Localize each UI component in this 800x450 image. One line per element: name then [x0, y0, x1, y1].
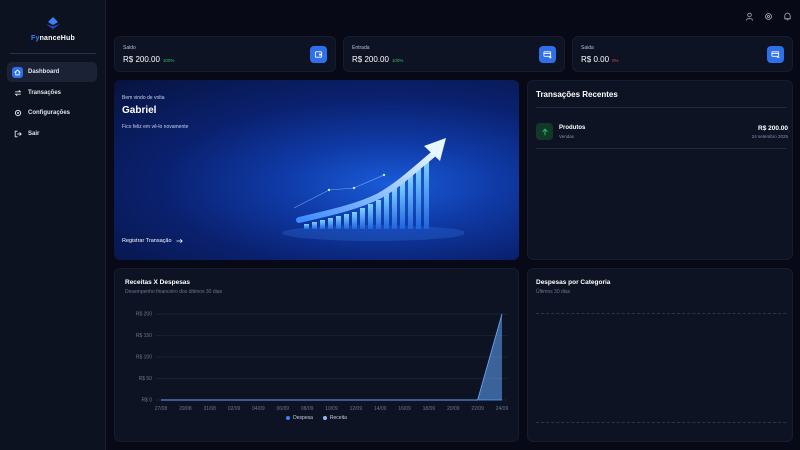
y-tick-label: R$ 150 — [136, 333, 152, 339]
stat-card-saldo: Saldo R$ 200.00 100% — [114, 36, 336, 72]
brand-name: FynanceHub — [30, 35, 76, 42]
stat-card-saida: Saida R$ 0.00 0% — [572, 36, 793, 72]
arrow-right-icon — [175, 238, 183, 244]
x-tick-label: 14/09 — [374, 406, 387, 412]
wallet-button[interactable] — [310, 46, 327, 63]
x-tick-label: 04/09 — [252, 406, 265, 412]
legend-dot-despesa — [286, 416, 291, 420]
x-tick-label: 10/09 — [325, 406, 338, 412]
bell-icon[interactable] — [782, 11, 793, 22]
logo-icon — [46, 17, 60, 29]
transaction-date: 24 setembro 2025 — [751, 134, 788, 139]
y-tick-label: R$ 100 — [136, 355, 152, 361]
y-tick-label: R$ 0 — [141, 398, 152, 404]
chart-legend: Despesa Receita — [115, 415, 518, 421]
stat-label: Saldo — [123, 45, 136, 51]
x-tick-label: 24/09 — [496, 406, 509, 412]
legend-dot-receita — [322, 416, 327, 420]
panel-divider — [536, 107, 786, 108]
transaction-category: Vendas — [559, 134, 575, 139]
x-tick-label: 27/08 — [155, 406, 168, 412]
welcome-banner: Bem vindo de volta Gabriel Fico feliz em… — [114, 80, 519, 260]
legend-label: Despesa — [293, 415, 313, 421]
transaction-name: Produtos — [559, 125, 586, 131]
legend-label: Receita — [329, 415, 347, 421]
gear-icon — [12, 108, 23, 119]
x-tick-label: 18/09 — [423, 406, 436, 412]
sidebar-item-transacoes[interactable]: Transações — [7, 83, 97, 103]
sidebar-divider — [10, 53, 96, 54]
stat-card-entrada: Entrada R$ 200.00 100% — [343, 36, 565, 72]
gear-icon[interactable] — [763, 11, 774, 22]
sidebar: FynanceHub Dashboard Transações Configur… — [0, 0, 106, 450]
chart-subtitle: Últimos 30 dias — [536, 289, 571, 295]
stat-percent: 100% — [162, 58, 175, 63]
revenue-expense-chart-panel: Receitas X Despesas Desempenho financeir… — [114, 268, 519, 442]
stat-percent: 100% — [391, 58, 404, 63]
user-name: Gabriel — [122, 105, 157, 116]
transaction-row[interactable]: Produtos Vendas R$ 200.00 24 setembro 20… — [536, 121, 788, 147]
x-tick-label: 08/09 — [301, 406, 314, 412]
home-icon — [12, 66, 23, 78]
chart-gridline — [536, 313, 786, 314]
sidebar-item-label: Sair — [28, 130, 40, 137]
x-tick-label: 31/08 — [203, 406, 216, 412]
card-income-icon — [543, 51, 552, 59]
row-divider — [536, 148, 786, 149]
x-tick-label: 02/09 — [228, 406, 241, 412]
growth-chart-illustration — [282, 138, 464, 241]
transfer-icon — [12, 87, 23, 98]
x-tick-label: 16/09 — [398, 406, 411, 412]
y-tick-label: R$ 200 — [136, 312, 152, 318]
legend-item-despesa[interactable]: Despesa — [286, 415, 313, 421]
sidebar-item-label: Dashboard — [28, 69, 60, 75]
stat-value: R$ 200.00 100% — [352, 55, 404, 64]
stat-value: R$ 200.00 100% — [123, 55, 175, 64]
x-tick-label: 22/09 — [471, 406, 484, 412]
transaction-amount: R$ 200.00 — [758, 125, 788, 132]
logout-icon — [12, 128, 23, 139]
sidebar-item-label: Transações — [28, 89, 62, 96]
wallet-icon — [314, 51, 323, 58]
header-actions — [744, 11, 793, 22]
x-tick-label: 12/09 — [350, 406, 363, 412]
user-icon[interactable] — [744, 11, 755, 22]
sidebar-item-sair[interactable]: Sair — [7, 124, 97, 144]
chart-gridline — [536, 422, 786, 423]
y-tick-label: R$ 50 — [139, 376, 153, 382]
stat-percent: 0% — [612, 58, 619, 63]
x-tick-label: 20/09 — [447, 406, 460, 412]
card-expense-icon — [771, 51, 780, 58]
panel-title: Transações Recentes — [536, 90, 618, 99]
welcome-greeting: Bem vindo de volta — [122, 95, 165, 101]
logo[interactable]: FynanceHub — [0, 16, 106, 42]
expense-button[interactable] — [767, 46, 784, 63]
stat-value: R$ 0.00 0% — [581, 55, 619, 64]
stat-label: Entrada — [352, 45, 370, 51]
income-button[interactable] — [539, 46, 556, 63]
register-transaction-link[interactable]: Registrar Transação — [122, 238, 183, 244]
recent-transactions-panel: Transações Recentes Produtos Vendas R$ 2… — [527, 80, 793, 260]
arrow-up-icon — [536, 123, 553, 140]
welcome-subtitle: Fico feliz em vê-lo novamente — [122, 124, 189, 130]
sidebar-item-dashboard[interactable]: Dashboard — [7, 62, 97, 82]
chart-title: Despesas por Categoria — [536, 279, 611, 286]
x-tick-label: 06/09 — [277, 406, 290, 412]
x-tick-label: 29/08 — [179, 406, 192, 412]
category-expense-panel: Despesas por Categoria Últimos 30 dias — [527, 268, 793, 442]
sidebar-nav: Dashboard Transações Configurações Sair — [7, 62, 97, 144]
stat-label: Saida — [581, 45, 594, 51]
sidebar-item-label: Configurações — [28, 110, 71, 116]
sidebar-item-configuracoes[interactable]: Configurações — [7, 103, 97, 123]
legend-item-receita[interactable]: Receita — [322, 415, 347, 421]
